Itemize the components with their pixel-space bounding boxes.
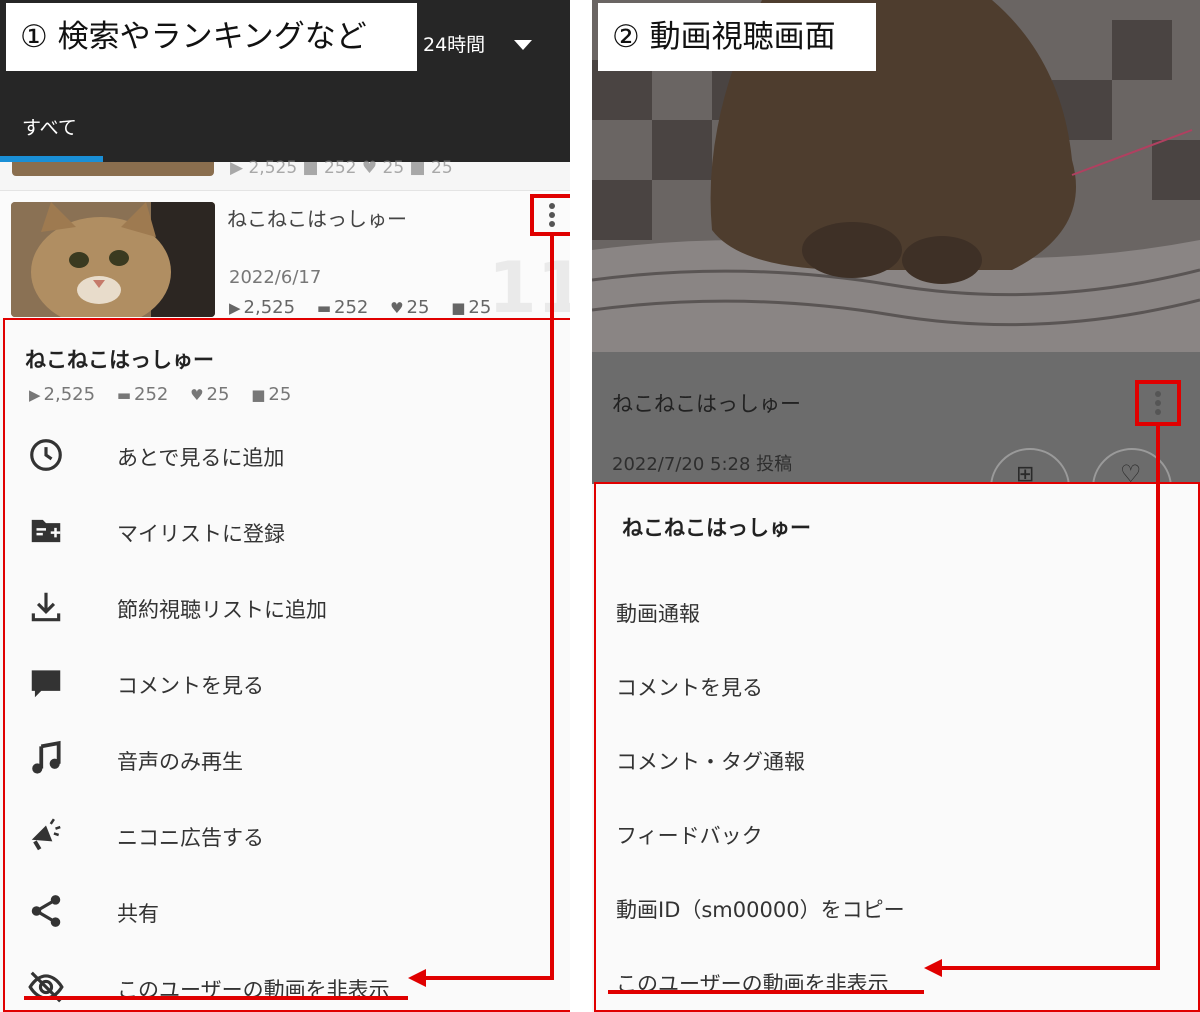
highlight-underline (608, 990, 924, 994)
dropdown-arrow-icon[interactable] (514, 40, 532, 50)
more-options-button[interactable] (530, 194, 570, 236)
posted-date: 2022/7/20 5:28 投稿 (612, 454, 793, 475)
kebab-menu-icon (1155, 388, 1161, 418)
previous-thumbnail[interactable] (12, 162, 214, 176)
video-list-item[interactable]: ねこねこはっしゅー 11 2022/6/17 ▶ 2,525 ▬ 252 ♥ 25 ■… (0, 190, 570, 329)
play-icon: ▶ (229, 299, 241, 317)
video-date: 2022/6/17 (229, 267, 322, 288)
menu-item-add-mylist[interactable]: マイリストに登録 (27, 506, 547, 556)
previous-stats: ▶ 2,525 ■ 252 ♥ 25 ■ 25 (230, 158, 453, 178)
mylist-count: ■ 25 (451, 297, 492, 318)
sheet-title: ねこねこはっしゅー (25, 348, 214, 372)
menu-item-save-list[interactable]: 節約視聴リストに追加 (27, 582, 547, 632)
menu-item-view-comments[interactable]: コメントを見る (616, 660, 1176, 710)
search-ranking-panel: 24時間 すべて ① 検索やランキングなど ▶ 2,525 ■ 252 ♥ 25… (0, 0, 570, 1012)
comment-count: ▬ 252 (316, 297, 369, 318)
clock-icon (27, 436, 67, 476)
menu-item-nicoad[interactable]: ニコニ広告する (27, 810, 547, 860)
heart-icon: ♥ (390, 299, 404, 317)
megaphone-icon (27, 816, 67, 856)
view-count: ▶ 2,525 (229, 297, 296, 318)
comment-small-icon: ▬ (316, 299, 331, 317)
video-info: ねこねこはっしゅー 2022/7/20 5:28 投稿 ⊞ ♡ (592, 352, 1200, 528)
menu-item-hide-user-videos[interactable]: このユーザーの動画を非表示 (616, 956, 1176, 1006)
video-title[interactable]: ねこねこはっしゅー (227, 203, 407, 232)
tab-all[interactable]: すべて (22, 113, 77, 140)
menu-item-view-comments[interactable]: コメントを見る (27, 658, 547, 708)
video-watch-panel: ② 動画視聴画面 ねこねこはっしゅー 2022/7/20 5:28 投稿 ⊞ ♡… (592, 0, 1200, 1012)
mylist-count: ■ 25 (251, 384, 292, 405)
video-title: ねこねこはっしゅー (612, 392, 801, 416)
more-options-button[interactable] (1135, 380, 1181, 426)
menu-item-feedback[interactable]: フィードバック (616, 808, 1176, 858)
view-count: ▶ 2,525 (29, 384, 96, 405)
like-count: ♥ 25 (390, 297, 430, 318)
context-menu-sheet: ねこねこはっしゅー 動画通報 コメントを見る コメント・タグ通報 フィードバック… (594, 482, 1200, 1012)
cat-thumbnail-image (11, 202, 215, 317)
menu-item-report-comment-tag[interactable]: コメント・タグ通報 (616, 734, 1176, 784)
playlist-add-icon (27, 512, 67, 552)
heart-icon: ♥ (190, 386, 204, 404)
highlight-underline (24, 996, 408, 1000)
video-thumbnail[interactable] (11, 202, 215, 317)
folder-icon: ■ (251, 386, 266, 404)
comment-icon (27, 664, 67, 704)
comment-small-icon: ▬ (116, 386, 131, 404)
comment-count: ▬ 252 (116, 384, 169, 405)
menu-item-copy-video-id[interactable]: 動画ID（sm00000）をコピー (616, 882, 1176, 932)
menu-item-watch-later[interactable]: あとで見るに追加 (27, 430, 547, 480)
share-icon (27, 892, 67, 932)
music-note-icon (27, 740, 67, 780)
kebab-menu-icon (549, 200, 555, 230)
menu-item-report-video[interactable]: 動画通報 (616, 586, 1176, 636)
download-icon (27, 588, 67, 628)
sheet-stats: ▶ 2,525 ▬ 252 ♥ 25 ■ 25 (29, 384, 307, 405)
like-count: ♥ 25 (190, 384, 230, 405)
eye-off-icon (27, 968, 67, 1008)
menu-item-audio-only[interactable]: 音声のみ再生 (27, 734, 547, 784)
folder-icon: ■ (451, 299, 466, 317)
period-selector[interactable]: 24時間 (423, 30, 485, 57)
menu-item-share[interactable]: 共有 (27, 886, 547, 936)
play-icon: ▶ (29, 386, 41, 404)
menu-item-hide-user-videos[interactable]: このユーザーの動画を非表示 (27, 962, 547, 1012)
step-caption: ① 検索やランキングなど (6, 3, 417, 71)
video-stats: ▶ 2,525 ▬ 252 ♥ 25 ■ 25 (229, 297, 507, 318)
context-menu-sheet: ねこねこはっしゅー ▶ 2,525 ▬ 252 ♥ 25 ■ 25 あとで見るに追加 マ… (3, 318, 570, 1012)
sheet-title: ねこねこはっしゅー (622, 516, 811, 540)
step-caption: ② 動画視聴画面 (598, 3, 876, 71)
